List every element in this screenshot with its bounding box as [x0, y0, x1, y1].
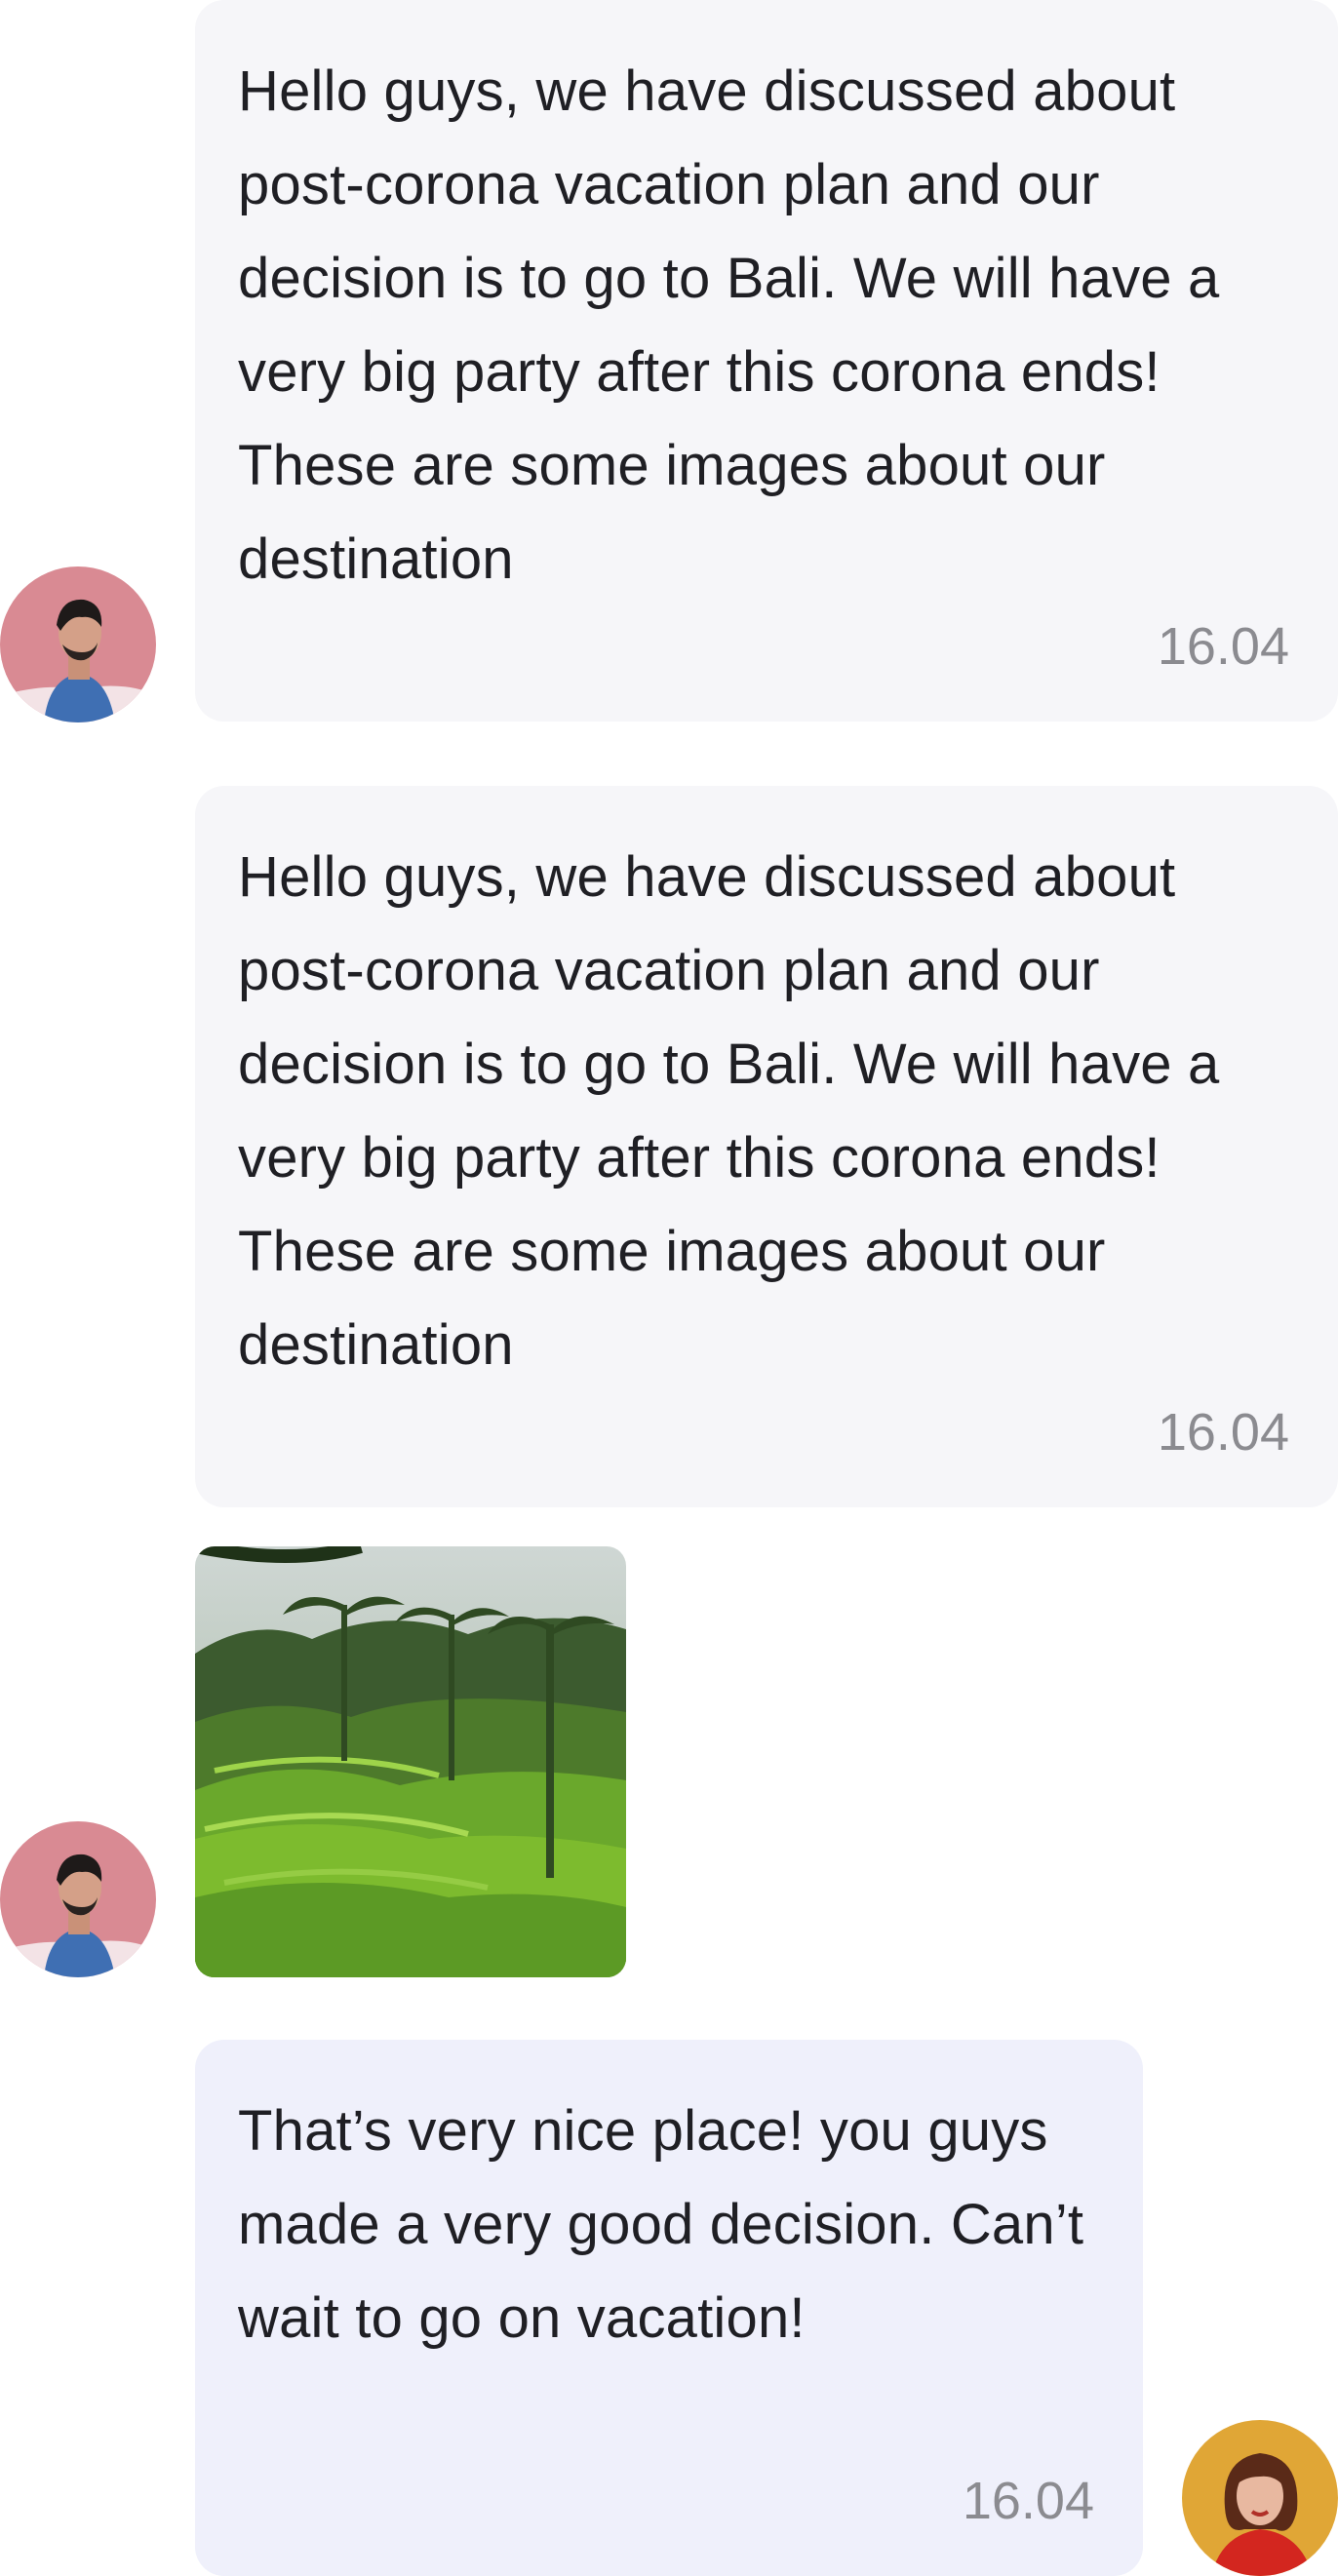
message-text: That’s very nice place! you guys made a … [238, 2099, 1084, 2350]
avatar-man-icon [0, 1821, 156, 1977]
rice-terrace-image-icon [195, 1546, 626, 1977]
message-bubble-1[interactable]: Hello guys, we have discussed about post… [195, 0, 1338, 722]
avatar-woman[interactable] [1182, 2420, 1338, 2576]
message-time: 16.04 [962, 2472, 1094, 2530]
message-bubble-2[interactable]: Hello guys, we have discussed about post… [195, 786, 1338, 1507]
message-bubble-4[interactable]: That’s very nice place! you guys made a … [195, 2040, 1143, 2576]
avatar-woman-icon [1182, 2420, 1338, 2576]
avatar-man-icon [0, 566, 156, 722]
message-time: 16.04 [1157, 617, 1289, 676]
avatar-man[interactable] [0, 1821, 156, 1977]
rice-terrace-photo[interactable] [195, 1546, 626, 1977]
message-text: Hello guys, we have discussed about post… [238, 59, 1220, 591]
message-text: Hello guys, we have discussed about post… [238, 845, 1220, 1377]
message-time: 16.04 [1157, 1403, 1289, 1462]
chat-thread: Hello guys, we have discussed about post… [0, 0, 1338, 2576]
avatar-man[interactable] [0, 566, 156, 722]
